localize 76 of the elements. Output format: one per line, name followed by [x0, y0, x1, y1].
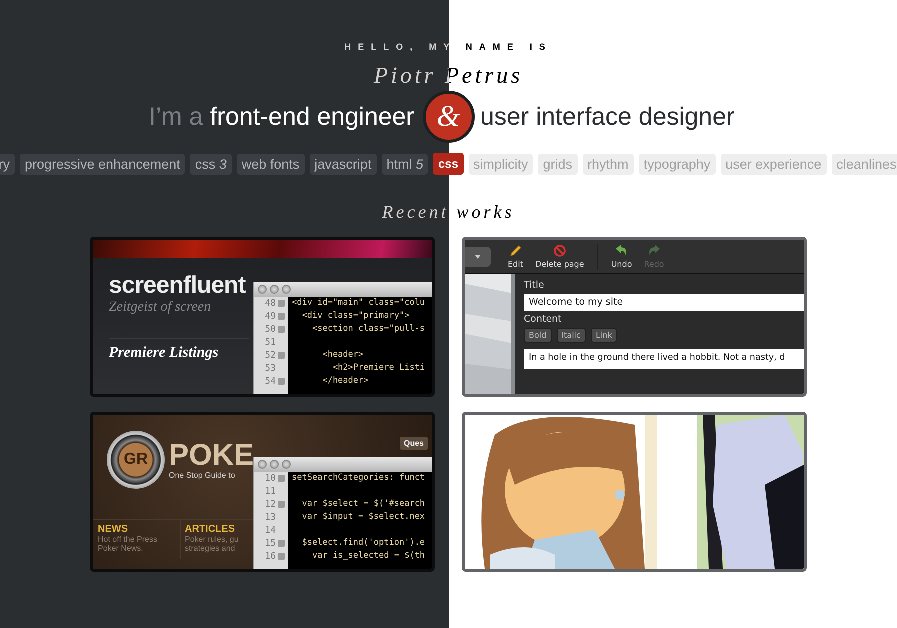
skill-tag: simplicity [468, 154, 534, 174]
site-logo: screenfluent [109, 272, 246, 300]
undo-arrow-icon [614, 244, 629, 258]
code-line: <div class="primary"> [301, 310, 411, 323]
skill-tag: cleanlines [832, 154, 897, 174]
field-label: Content [524, 314, 563, 325]
nav-description: strategies and [185, 544, 236, 553]
caret-icon [475, 254, 481, 258]
format-button[interactable]: Link [590, 328, 618, 343]
section-heading: Premiere Listings [109, 338, 249, 362]
fold-icon[interactable] [278, 475, 285, 482]
site-tagline: One Stop Guide to [169, 470, 236, 480]
line-number: 11 [264, 486, 277, 498]
title-field[interactable]: Welcome to my site [524, 294, 804, 311]
line-number: 12 [254, 498, 288, 511]
fold-icon[interactable] [278, 501, 285, 508]
nav-description: Poker rules, gu [185, 535, 240, 544]
line-number: 10 [254, 472, 288, 485]
skill-tag: web fonts [236, 154, 305, 174]
code-line: var $select = $('#search [301, 498, 426, 511]
chip-logo: GR [107, 431, 165, 489]
code-line: <div id="main" class="colu [292, 297, 426, 310]
code-line: setSearchCategories: funct [292, 472, 426, 485]
toolbar-button[interactable]: Delete page [532, 244, 588, 269]
redo-arrow-icon [647, 244, 662, 258]
skill-tag: css [433, 153, 464, 175]
skill-tag: grids [538, 154, 578, 174]
line-number: 48 [254, 297, 288, 310]
nav-title[interactable]: NEWS [98, 524, 168, 535]
headline-lead: I’m a [149, 102, 204, 132]
code-line: <header> [322, 349, 365, 362]
prohibited-icon [552, 244, 567, 258]
fold-icon[interactable] [278, 352, 285, 359]
nav-description: Poker News. [98, 544, 144, 553]
skill-tag: css 3 [190, 154, 232, 174]
field-label: Title [524, 280, 546, 291]
dropdown-button[interactable] [465, 246, 491, 266]
skill-tag: user experience [720, 154, 827, 174]
format-button[interactable]: Bold [524, 328, 552, 343]
pencil-icon [508, 244, 523, 258]
line-number: 51 [264, 336, 277, 349]
code-line: var is_selected = $(th [311, 550, 426, 563]
line-number: 14 [264, 524, 277, 537]
line-number: 13 [264, 512, 277, 524]
format-button[interactable]: Italic [556, 328, 586, 343]
site-tagline: Zeitgeist of screen [109, 300, 212, 316]
line-number: 15 [254, 537, 288, 550]
skill-tag: progressive enhancement [20, 154, 186, 174]
tab[interactable]: Ques [400, 437, 428, 450]
headline-role: user interface designer [480, 102, 735, 132]
skill-tag: html 5 [382, 154, 428, 174]
skill-tag: javascript [310, 154, 377, 174]
skill-tag: typography [638, 154, 716, 174]
site-logo: POKE [169, 440, 254, 470]
code-line: </header> [322, 375, 370, 388]
line-number: 49 [254, 310, 288, 323]
headline-role: front-end engineer [210, 102, 414, 132]
toolbar-button[interactable]: Undo [608, 244, 636, 269]
skill-tag: rhythm [582, 154, 634, 174]
code-line: <section class="pull-s [311, 323, 426, 336]
section-title: Recent works [382, 202, 515, 223]
skill-tag: ry [0, 154, 15, 174]
line-number: 16 [254, 550, 288, 563]
content-field[interactable]: In a hole in the ground there lived a hobbit. Not a nasty, d [524, 349, 804, 369]
fold-icon[interactable] [278, 378, 285, 385]
code-line: var $input = $select.nex [301, 511, 426, 524]
line-number: 52 [254, 349, 288, 362]
toolbar-button[interactable]: Edit [505, 244, 526, 269]
nav-title[interactable]: ARTICLES [185, 524, 245, 535]
line-number: 50 [254, 323, 288, 336]
nav-description: Hot off the Press [98, 535, 158, 544]
line-number: 54 [254, 375, 288, 388]
line-number: 53 [264, 362, 277, 375]
code-line: <h2>Premiere Listi [332, 362, 426, 375]
ampersand-badge: & [422, 91, 474, 143]
code-line: $select.find('option').e [301, 537, 426, 550]
